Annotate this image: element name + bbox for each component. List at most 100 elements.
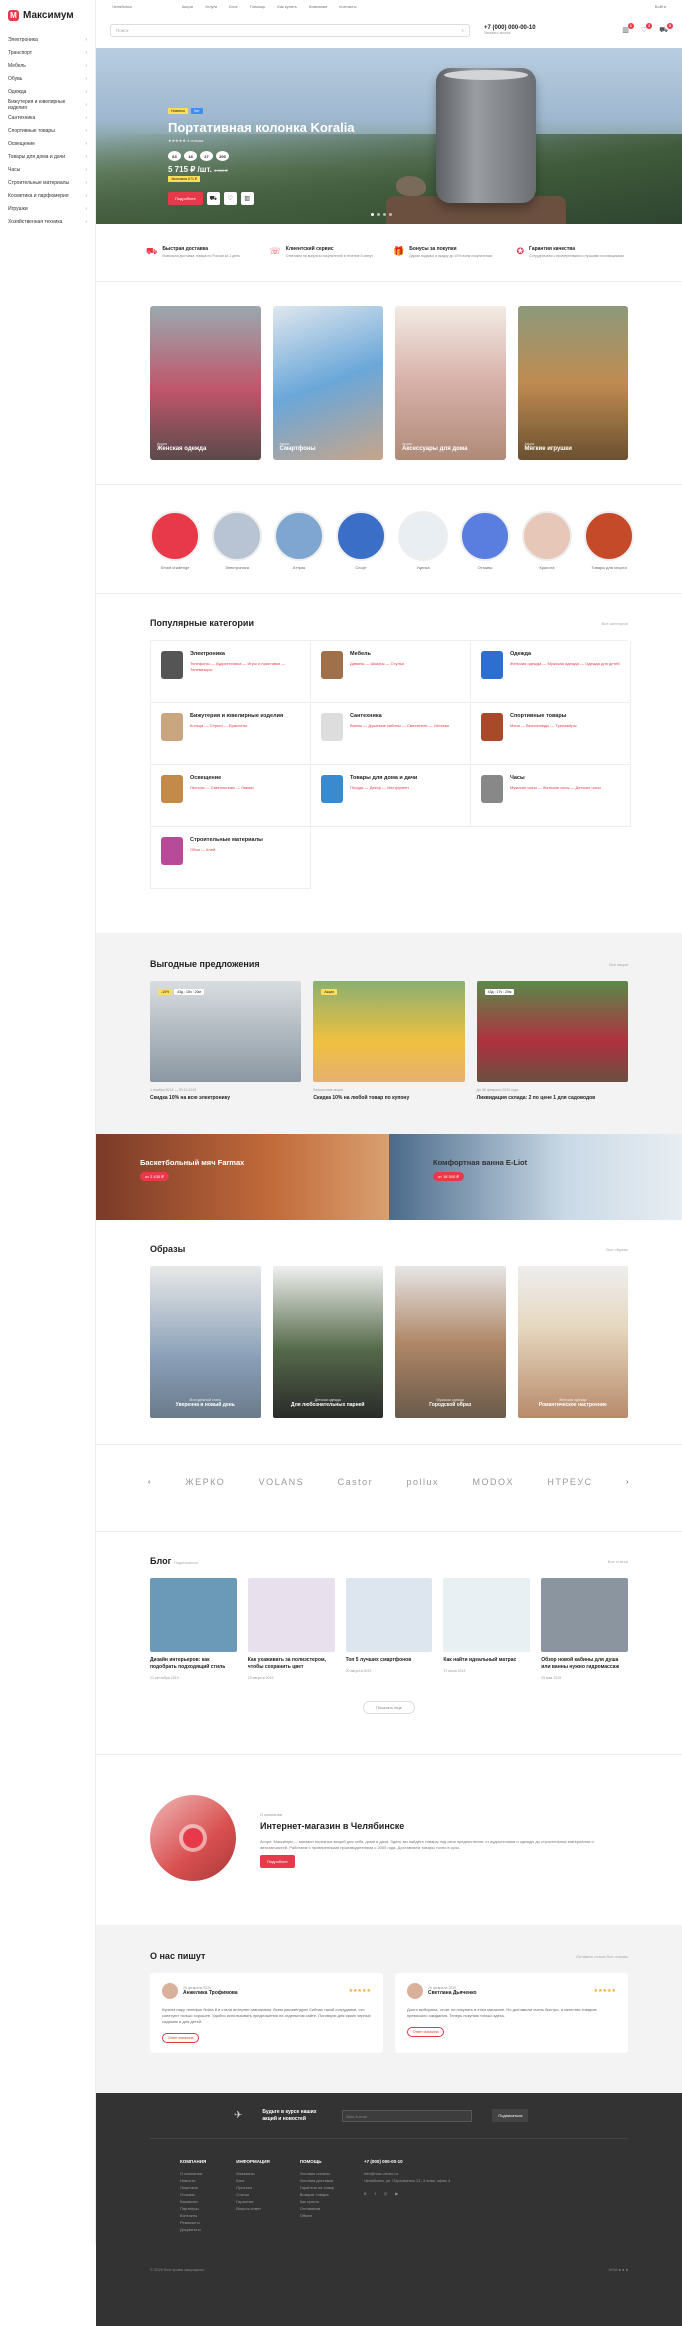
category-tile[interactable]: Товары для дома и дачи Посуда — Декор — И… [311,765,471,827]
write-review-link[interactable]: Оставить отзыв [576,1954,605,1959]
compare-icon[interactable]: ▥ [240,192,254,205]
compare-icon[interactable]: ▥ 1 [622,22,634,35]
footer-link[interactable]: О компании [180,2170,206,2177]
sidebar-item[interactable]: Игрушки › [0,202,95,215]
all-categories-link[interactable]: Все категории [602,621,628,626]
story-circle[interactable]: Красота [522,511,572,571]
facebook-icon[interactable]: f [375,2190,376,2197]
category-tile[interactable]: Сантехника Ванны — Душевые кабины — Смеси… [311,703,471,765]
hero-title[interactable]: Портативная колонка Koralia [168,120,355,135]
sidebar-item[interactable]: Электроника › [0,33,95,46]
brand-logo[interactable]: НТРЕУС [547,1477,592,1487]
all-posts-link[interactable]: Все статьи [608,1559,628,1564]
brand-logo[interactable]: pollux [407,1477,440,1487]
all-reviews-link[interactable]: Все отзывы [606,1954,628,1959]
footer-link[interactable]: Блог [236,2177,270,2184]
footer-link[interactable]: Реквизиты [180,2219,206,2226]
footer-link[interactable]: Условия оплаты [300,2170,334,2177]
logo[interactable]: М Максимум [0,0,95,33]
show-more-button[interactable]: Показать еще [363,1701,415,1714]
instagram-icon[interactable]: ◎ [384,2190,388,2197]
offer-card[interactable]: -10% 43д : 18ч : 20м 1 ноября 2019 — 30.12… [150,981,302,1101]
category-tile[interactable]: Мебель Диваны — Шкафы — Стулья [311,641,471,703]
subscribe-link[interactable]: Подписаться [174,1560,198,1565]
sidebar-item[interactable]: Мебель › [0,59,95,72]
shop-reply-link[interactable]: Ответ магазина [407,2027,445,2037]
cart-icon[interactable]: ⛟ [206,192,220,205]
about-button[interactable]: Подробнее [260,1854,295,1868]
footer-email[interactable]: info@max-demo.ru [364,2170,450,2177]
sidebar-item[interactable]: Транспорт › [0,46,95,59]
blog-post[interactable]: Как ухаживать за полиэстером, чтобы сохр… [247,1578,335,1681]
sidebar-item[interactable]: Строительные материалы › [0,176,95,189]
search-icon[interactable]: ⌕ [461,28,464,33]
story-circle[interactable]: Товары для спорта [584,511,634,571]
footer-link[interactable]: Магазины [236,2170,270,2177]
all-looks-link[interactable]: Все образы [606,1247,628,1252]
story-circle[interactable]: Уценка [398,511,448,571]
footer-link[interactable]: Отзывы [180,2191,206,2198]
sidebar-item[interactable]: Товары для дома и дачи › [0,150,95,163]
story-circle[interactable]: Отзывы [460,511,510,571]
footer-phone[interactable]: +7 (000) 000-00-10 [364,2159,450,2164]
promo-card[interactable]: Акция Женская одежда [150,306,261,460]
category-tile[interactable]: Часы Мужские часы — Женские часы — Детски… [471,765,631,827]
category-tile[interactable]: Бижутерия и ювелирные изделия Кольца — Се… [151,703,311,765]
sidebar-item[interactable]: Хозяйственная техника › [0,215,95,228]
blog-post[interactable]: Топ 5 лучших смартфонов 20 августа 2019 [345,1578,433,1681]
email-input[interactable]: Ваш e-mail [342,2109,473,2122]
all-offers-link[interactable]: Все акции [609,962,628,967]
youtube-icon[interactable]: ▶ [395,2190,398,2197]
look-card[interactable]: Мужская одежда Городской образ [395,1266,506,1418]
video-play-icon[interactable] [150,1795,236,1881]
footer-link[interactable]: Партнёры [180,2205,206,2212]
footer-link[interactable]: Возврат товара [300,2191,334,2198]
footer-link[interactable]: Контакты [180,2212,206,2219]
promo-ball[interactable]: Баскетбольный мяч Farmax от 2 430 ₽ [96,1134,389,1220]
brand-logo[interactable]: Castor [338,1477,374,1487]
sidebar-item[interactable]: Спортивные товары › [0,124,95,137]
look-card[interactable]: Женская одежда Романтическое настроение [517,1266,628,1418]
hero-details-button[interactable]: Подробнее [168,192,203,205]
blog-post[interactable]: Дизайн интерьеров: как подобрать подходя… [150,1578,237,1681]
blog-post[interactable]: Обзор новой кабины для душа или ванны ну… [541,1578,628,1681]
footer-link[interactable]: Статьи [236,2191,270,2198]
promo-card[interactable]: Акция Аксессуары для дома [395,306,506,460]
heart-icon[interactable]: ♡ [223,192,237,205]
footer-link[interactable]: Проекты [236,2184,270,2191]
story-circle[interactable]: Аттрак [274,511,324,571]
callback-link[interactable]: Заказать звонок [484,31,536,35]
favorite-icon[interactable]: ♡ 2 [641,22,653,35]
sidebar-item[interactable]: Сантехника › [0,111,95,124]
look-card[interactable]: Детская одежда Для любознательных парней [272,1266,383,1418]
story-circle[interactable]: Спорт [336,511,386,571]
footer-link[interactable]: Вопрос-ответ [236,2205,270,2212]
sidebar-item[interactable]: Бижутерия и ювелирные изделия › [0,98,95,111]
footer-link[interactable]: Как купить [300,2198,334,2205]
footer-link[interactable]: Лицензии [180,2184,206,2191]
footer-link[interactable]: Новости [180,2177,206,2184]
city-select[interactable]: Челябинск [112,4,132,9]
category-tile[interactable]: Строительные материалы Обои — Клей [151,827,311,889]
footer-link[interactable]: БРЕНДЫ [192,0,682,7]
brand-logo[interactable]: ЖЕРКО [185,1477,225,1487]
footer-link[interactable]: Вакансии [180,2198,206,2205]
footer-link[interactable]: Гарантия [236,2198,270,2205]
story-circle[interactable]: Электроника [212,511,262,571]
brand-logo[interactable]: VOLANS [259,1477,305,1487]
search-input[interactable]: Поиск ⌕ [110,23,470,37]
category-tile[interactable]: Спортивные товары Мячи — Велосипеды — Тре… [471,703,631,765]
blog-post[interactable]: Как найти идеальный матрас 17 июля 2019 [443,1578,531,1681]
promo-card[interactable]: Акция Смартфоны [272,306,383,460]
category-tile[interactable]: Электроника Телефоны — Аудиотехника — Игр… [151,641,311,703]
story-circle[interactable]: Smart challenge [150,511,200,571]
footer-link[interactable]: Документы [180,2226,206,2233]
category-tile[interactable]: Одежда Женская одежда — Мужская одежда — … [471,641,631,703]
promo-bath[interactable]: Комфортная ванна E-Liot от 18 500 ₽ [389,1134,682,1220]
chevron-left-icon[interactable]: ‹ [148,1479,152,1486]
offer-card[interactable]: Акция Бессрочная акция Скидка 10% на любой… [313,981,465,1101]
sidebar-item[interactable]: Косметика и парфюмерия › [0,189,95,202]
slider-dots[interactable] [371,213,392,216]
category-tile[interactable]: Освещение Люстры — Светильники — Лампы [151,765,311,827]
sidebar-item[interactable]: Обувь › [0,72,95,85]
